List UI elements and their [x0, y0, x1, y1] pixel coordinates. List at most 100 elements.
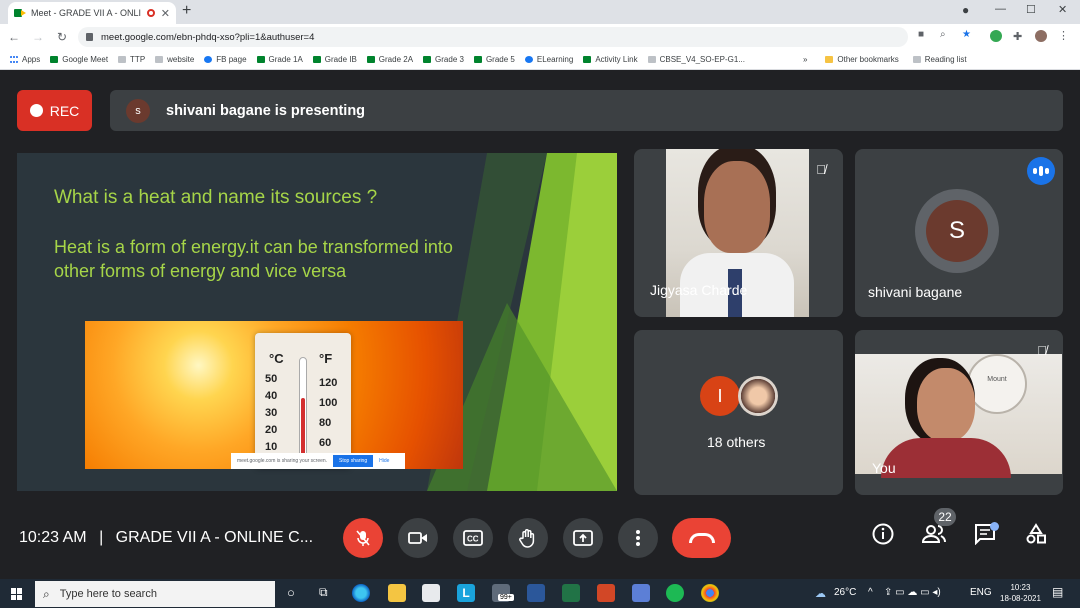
camera-in-use-icon[interactable]: ■ [918, 29, 924, 40]
folder-icon [825, 56, 834, 63]
taskbar-clock[interactable]: 10:23 18-08-2021 [1000, 582, 1041, 604]
presenting-banner: s shivani bagane is presenting [110, 90, 1063, 131]
chrome-icon[interactable] [701, 584, 719, 602]
others-avatar-photo [738, 376, 778, 416]
people-icon [921, 525, 946, 543]
captions-button[interactable]: CC [453, 518, 493, 558]
bookmark-grade-2a[interactable]: Grade 2A [366, 55, 413, 64]
browser-tab-meet[interactable]: Meet - GRADE VII A - ONLIN ✕ [8, 2, 176, 24]
hang-up-icon [688, 533, 715, 543]
participant-tile-shivani[interactable]: S shivani bagane [855, 149, 1063, 317]
thermometer: °C °F 50 40 30 20 10 120 100 80 60 [255, 333, 351, 469]
address-bar[interactable]: meet.google.com/ebn-phdq-xso?pli=1&authu… [78, 27, 908, 47]
meet-icon [256, 56, 265, 63]
bookmark-apps[interactable]: Apps [10, 55, 40, 64]
back-arrow-icon[interactable]: ← [4, 30, 24, 44]
close-window-button[interactable]: ✕ [1058, 3, 1067, 16]
spotify-icon[interactable] [666, 584, 684, 602]
mail-badge: 99+ [498, 594, 514, 601]
recording-button[interactable]: REC [17, 90, 92, 131]
taskbar-search[interactable]: ⌕ Type here to search [35, 581, 275, 607]
app-window-icon[interactable] [632, 584, 650, 602]
browser-tab-strip: Meet - GRADE VII A - ONLIN ✕ + ● — ☐ ✕ [0, 0, 1080, 24]
more-vertical-icon [636, 530, 640, 546]
stop-sharing-button[interactable]: Stop sharing [333, 455, 374, 467]
bookmark-grade-5[interactable]: Grade 5 [473, 55, 515, 64]
bookmark-grade-3[interactable]: Grade 3 [423, 55, 464, 64]
hide-notice-button[interactable]: Hide [379, 458, 389, 464]
mic-toggle-button[interactable] [343, 518, 383, 558]
profile-dot-icon[interactable]: ● [962, 3, 969, 17]
notifications-icon[interactable]: ▤ [1052, 585, 1063, 599]
closed-captions-icon: CC [463, 530, 483, 546]
minimize-button[interactable]: — [995, 3, 1006, 15]
participant-count-badge: 22 [934, 508, 956, 526]
extensions-puzzle-icon[interactable]: ✚ [1013, 30, 1025, 43]
activities-button[interactable] [1021, 523, 1051, 553]
bookmark-activity-link[interactable]: Activity Link [583, 55, 638, 64]
bookmark-google-meet[interactable]: Google Meet [50, 55, 108, 64]
bookmark-grade-ib[interactable]: Grade IB [312, 55, 357, 64]
meet-window: REC s shivani bagane is presenting What … [0, 71, 1080, 579]
reload-icon[interactable]: ↻ [52, 30, 72, 44]
meet-icon [423, 56, 432, 63]
maximize-button[interactable]: ☐ [1026, 3, 1036, 16]
new-tab-button[interactable]: + [182, 2, 191, 20]
drive-icon [647, 56, 656, 63]
bookmarks-more-button[interactable]: » [803, 55, 807, 64]
edge-browser-icon[interactable] [352, 584, 370, 602]
meeting-details-button[interactable] [868, 523, 898, 553]
excel-icon[interactable] [562, 584, 580, 602]
camera-toggle-button[interactable] [398, 518, 438, 558]
weather-temp[interactable]: 26°C [834, 587, 856, 598]
meet-icon [583, 56, 592, 63]
present-now-button[interactable] [563, 518, 603, 558]
more-options-button[interactable] [618, 518, 658, 558]
bookmark-website[interactable]: website [155, 55, 194, 64]
profile-avatar-icon[interactable] [1035, 30, 1047, 42]
windows-start-icon[interactable] [11, 588, 23, 600]
app-l-icon[interactable]: L [457, 584, 475, 602]
url-text: meet.google.com/ebn-phdq-xso?pli=1&authu… [101, 31, 315, 43]
others-tile[interactable]: I 18 others [634, 330, 843, 495]
present-screen-icon [573, 530, 593, 546]
raise-hand-button[interactable] [508, 518, 548, 558]
zoom-icon[interactable]: ⌕ [940, 29, 946, 40]
participants-button[interactable] [919, 523, 949, 553]
word-icon[interactable] [527, 584, 545, 602]
leave-call-button[interactable] [672, 518, 731, 558]
mic-off-icon [356, 530, 370, 546]
bookmark-elearning[interactable]: ELearning [524, 55, 573, 64]
language-indicator[interactable]: ENG [970, 587, 992, 598]
participant-name: shivani bagane [868, 284, 963, 300]
reading-list[interactable]: Reading list [912, 55, 967, 64]
cortana-icon[interactable]: ○ [287, 585, 295, 600]
recording-indicator-icon [146, 9, 155, 17]
other-bookmarks[interactable]: Other bookmarks [825, 55, 899, 64]
chat-notification-dot [990, 522, 999, 531]
tab-close-icon[interactable]: ✕ [161, 7, 170, 20]
participant-tile-jigyasa[interactable]: 🎙̸ Jigyasa Charde [634, 149, 843, 317]
bookmark-fb-page[interactable]: FB page [204, 55, 247, 64]
participant-tile-you[interactable]: Mount 🎙̸ You [855, 330, 1063, 495]
store-icon[interactable] [422, 584, 440, 602]
chrome-menu-icon[interactable]: ⋮ [1058, 30, 1070, 42]
tab-title: Meet - GRADE VII A - ONLIN [31, 8, 141, 18]
participant-avatar: S [926, 200, 988, 262]
powerpoint-icon[interactable] [597, 584, 615, 602]
bookmark-star-icon[interactable]: ★ [962, 29, 971, 40]
tray-chevron-icon[interactable]: ^ [868, 587, 873, 598]
others-label: 18 others [707, 434, 766, 450]
bookmark-cbse[interactable]: CBSE_V4_SO-EP-G1... [647, 55, 745, 64]
forward-arrow-icon[interactable]: → [28, 30, 48, 44]
tray-icons[interactable]: ⇪ ▭ ☁ ▭ ◂) [884, 587, 941, 598]
weather-icon: ☁ [815, 588, 826, 600]
presenting-text: shivani bagane is presenting [166, 102, 366, 119]
task-view-icon[interactable]: ⧉ [319, 585, 328, 600]
bookmark-ttp[interactable]: TTP [118, 55, 145, 64]
activities-shapes-icon [1026, 523, 1046, 544]
grammarly-extension-icon[interactable] [990, 30, 1002, 42]
meeting-info: 10:23 AM | GRADE VII A - ONLINE C... [19, 529, 314, 546]
bookmark-grade-1a[interactable]: Grade 1A [256, 55, 303, 64]
file-explorer-icon[interactable] [388, 584, 406, 602]
